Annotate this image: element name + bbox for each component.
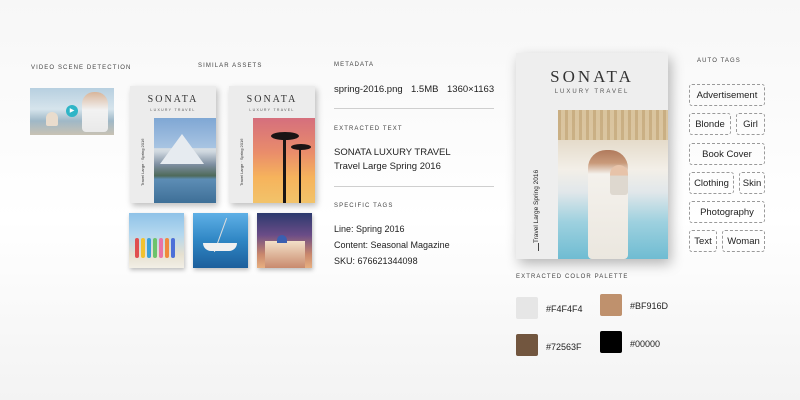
color-swatch-72563f (516, 334, 538, 356)
color-swatch-000000 (600, 331, 622, 353)
auto-tag-book-cover[interactable]: Book Cover (689, 143, 765, 165)
extracted-text-line1: SONATA LUXURY TRAVEL (334, 147, 451, 158)
auto-tags-label: AUTO TAGS (697, 58, 741, 64)
book-subtitle: LUXURY TRAVEL (249, 108, 295, 112)
metadata-dimensions: 1360×1163 (447, 84, 495, 95)
book-brand: SONATA (147, 94, 199, 105)
color-hex-f4f4f4: #F4F4F4 (546, 304, 583, 314)
color-hex-bf916d: #BF916D (630, 301, 669, 311)
specific-tags-label: SPECIFIC TAGS (334, 203, 394, 209)
similar-asset-santorini[interactable] (257, 213, 312, 268)
child-figure (46, 112, 58, 126)
auto-tag-text[interactable]: Text (689, 230, 717, 252)
metadata-filesize: 1.5MB (411, 84, 439, 95)
extracted-text-label: EXTRACTED TEXT (334, 126, 403, 132)
cover-photo (558, 110, 668, 259)
extracted-color-palette-label: EXTRACTED COLOR PALETTE (516, 274, 629, 280)
cover-spine-mark (538, 243, 539, 251)
video-thumbnail[interactable]: ▶ (30, 88, 114, 135)
play-icon[interactable]: ▶ (66, 105, 78, 117)
color-hex-000000: #00000 (630, 339, 661, 349)
color-swatch-bf916d (600, 294, 622, 316)
similar-asset-book-sunset[interactable]: SONATA LUXURY TRAVEL Travel Large · Spri… (229, 86, 315, 203)
auto-tag-advertisement[interactable]: Advertisement (689, 84, 765, 106)
extracted-text-divider (334, 186, 494, 187)
auto-tag-woman[interactable]: Woman (722, 230, 765, 252)
metadata-filename: spring-2016.png (334, 84, 403, 95)
similar-asset-surfboards[interactable] (129, 213, 184, 268)
auto-tag-girl[interactable]: Girl (736, 113, 765, 135)
book-cover-preview[interactable]: SONATA LUXURY TRAVEL Travel Large Spring… (516, 53, 668, 259)
cover-subtitle: LUXURY TRAVEL (554, 89, 630, 95)
similar-assets-label: SIMILAR ASSETS (198, 63, 263, 69)
book-spine-text: Travel Large · Spring 2016 (239, 138, 244, 186)
cover-spine-text: Travel Large Spring 2016 (533, 169, 540, 243)
metadata-label: METADATA (334, 62, 375, 68)
color-hex-72563f: #72563F (546, 342, 582, 352)
auto-tag-blonde[interactable]: Blonde (689, 113, 731, 135)
auto-tag-clothing[interactable]: Clothing (689, 172, 734, 194)
book-spine-text: Travel Large · Spring 2016 (140, 138, 145, 186)
book-cover-photo-mountain (154, 118, 216, 203)
auto-tag-skin[interactable]: Skin (739, 172, 765, 194)
cover-brand: SONATA (550, 67, 634, 86)
specific-tag-sku: SKU: 676621344098 (334, 256, 418, 266)
book-cover-photo-sunset (253, 118, 315, 203)
color-swatch-f4f4f4 (516, 297, 538, 319)
similar-asset-sailboat[interactable] (193, 213, 248, 268)
book-brand: SONATA (246, 94, 298, 105)
person-figure (82, 92, 108, 132)
metadata-divider (334, 108, 494, 109)
similar-asset-book-mountain[interactable]: SONATA LUXURY TRAVEL Travel Large · Spri… (130, 86, 216, 203)
extracted-text-line2: Travel Large Spring 2016 (334, 161, 441, 172)
auto-tag-photography[interactable]: Photography (689, 201, 765, 223)
specific-tag-line: Line: Spring 2016 (334, 224, 405, 234)
specific-tag-content: Content: Seasonal Magazine (334, 240, 450, 250)
book-subtitle: LUXURY TRAVEL (150, 108, 196, 112)
video-scene-detection-label: VIDEO SCENE DETECTION (31, 65, 132, 71)
